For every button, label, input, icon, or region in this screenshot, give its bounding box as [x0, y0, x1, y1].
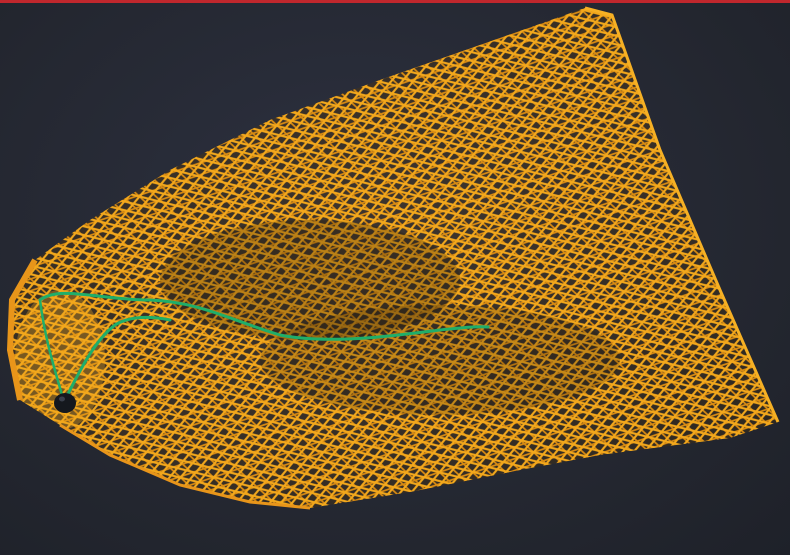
mesh-bag: [6, 6, 780, 510]
product-photo: [0, 0, 790, 555]
cord-lock-toggle: [54, 393, 76, 413]
mesh-bag-illustration: [6, 6, 780, 510]
